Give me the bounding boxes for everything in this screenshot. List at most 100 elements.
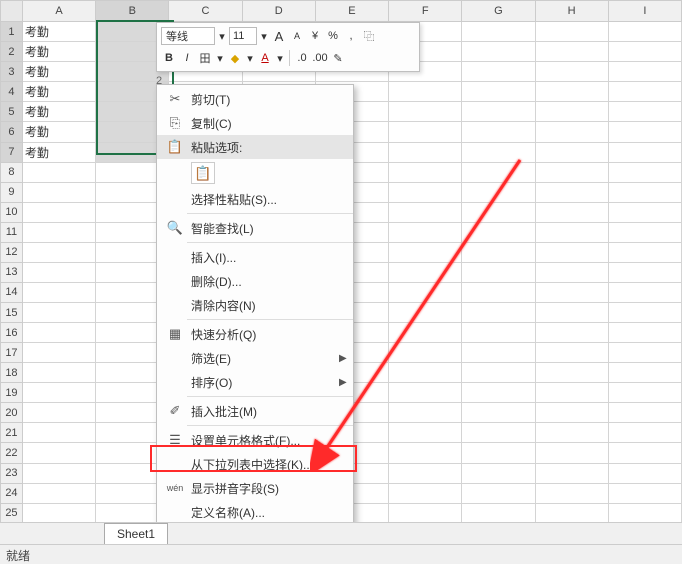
cell[interactable] [389,343,462,363]
cell[interactable] [535,122,608,142]
cell[interactable] [462,122,535,142]
cell[interactable] [389,363,462,383]
cell[interactable]: 考勤 [22,142,95,162]
cell[interactable] [22,363,95,383]
cell[interactable] [462,363,535,383]
select-all-corner[interactable] [1,1,23,22]
cell[interactable] [608,383,681,403]
cell[interactable] [462,242,535,262]
cell[interactable] [22,162,95,182]
cell[interactable] [389,102,462,122]
menu-insert[interactable]: 插入(I)... [157,245,353,269]
cell[interactable] [389,202,462,222]
cell[interactable] [22,323,95,343]
format-painter-icon[interactable]: ✎ [330,48,346,68]
cell[interactable] [608,423,681,443]
cell[interactable] [535,383,608,403]
cell[interactable] [535,22,608,42]
col-header-D[interactable]: D [242,1,315,22]
cell[interactable] [389,303,462,323]
font-size-box[interactable]: 11 [229,27,257,45]
cell[interactable] [462,142,535,162]
menu-define-name[interactable]: 定义名称(A)... [157,500,353,524]
cell[interactable] [608,323,681,343]
cell[interactable] [608,222,681,242]
col-header-I[interactable]: I [608,1,681,22]
borders-dropdown-icon[interactable]: ▾ [215,48,225,68]
cell[interactable] [22,242,95,262]
cell[interactable] [389,162,462,182]
decrease-decimal-icon[interactable]: .0 [294,48,310,68]
cell[interactable] [608,22,681,42]
cell[interactable] [608,242,681,262]
cell[interactable] [22,423,95,443]
cell[interactable] [462,102,535,122]
row-header[interactable]: 12 [1,242,23,262]
font-color-icon[interactable]: A [257,48,273,68]
cell[interactable] [608,62,681,82]
col-header-E[interactable]: E [315,1,388,22]
cell[interactable]: 考勤 [22,82,95,102]
cell[interactable] [608,102,681,122]
cell[interactable] [535,162,608,182]
cell[interactable] [22,463,95,483]
cell[interactable] [608,142,681,162]
cell[interactable] [389,82,462,102]
cell[interactable] [608,202,681,222]
row-header[interactable]: 19 [1,383,23,403]
cell[interactable] [462,222,535,242]
cell[interactable] [462,323,535,343]
cell[interactable] [462,443,535,463]
cell[interactable] [535,423,608,443]
row-header[interactable]: 18 [1,363,23,383]
cell[interactable] [389,463,462,483]
cell[interactable] [462,202,535,222]
cell[interactable] [22,403,95,423]
cell[interactable] [389,323,462,343]
cell[interactable] [608,503,681,523]
borders-icon[interactable]: 田 [197,48,213,68]
menu-pick-from-list[interactable]: 从下拉列表中选择(K)... [157,452,353,476]
menu-filter[interactable]: 筛选(E) ▶ [157,346,353,370]
cell[interactable] [608,42,681,62]
menu-clear-contents[interactable]: 清除内容(N) [157,293,353,317]
cell[interactable] [535,242,608,262]
cell[interactable] [608,303,681,323]
cell[interactable]: 考勤 [22,62,95,82]
cell[interactable] [389,142,462,162]
row-header[interactable]: 2 [1,42,23,62]
menu-sort[interactable]: 排序(O) ▶ [157,370,353,394]
cell[interactable] [535,443,608,463]
cell[interactable] [22,483,95,503]
cell[interactable] [535,303,608,323]
row-header[interactable]: 9 [1,182,23,202]
row-header[interactable]: 13 [1,262,23,282]
col-header-H[interactable]: H [535,1,608,22]
cell[interactable] [389,443,462,463]
row-header[interactable]: 25 [1,503,23,523]
cell[interactable] [608,82,681,102]
menu-smart-lookup[interactable]: 🔍 智能查找(L) [157,216,353,240]
cell[interactable] [462,383,535,403]
row-header[interactable]: 17 [1,343,23,363]
merge-cells-icon[interactable]: ⿻ [361,26,377,46]
menu-quick-analysis[interactable]: ▦ 快速分析(Q) [157,322,353,346]
cell[interactable] [535,363,608,383]
cell[interactable] [22,182,95,202]
row-header[interactable]: 21 [1,423,23,443]
font-size-dropdown-icon[interactable]: ▾ [259,26,269,46]
cell[interactable] [462,303,535,323]
col-header-C[interactable]: C [169,1,242,22]
cell[interactable] [389,122,462,142]
cell[interactable] [535,483,608,503]
cell[interactable] [389,503,462,523]
menu-cut[interactable]: ✂ 剪切(T) [157,87,353,111]
cell[interactable] [608,463,681,483]
accounting-format-icon[interactable]: ¥ [307,26,323,46]
cell[interactable] [462,22,535,42]
row-header[interactable]: 20 [1,403,23,423]
row-header[interactable]: 8 [1,162,23,182]
row-header[interactable]: 5 [1,102,23,122]
cell[interactable] [608,282,681,302]
cell[interactable] [535,503,608,523]
